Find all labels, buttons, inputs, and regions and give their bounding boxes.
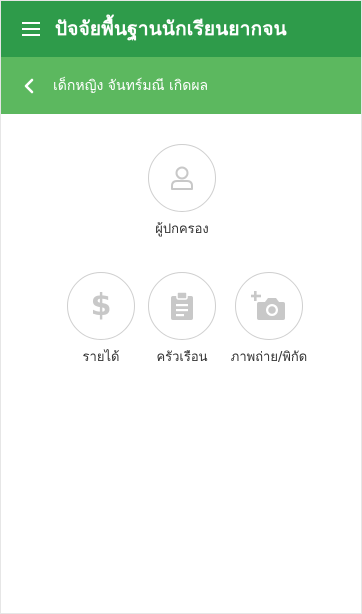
app-title: ปัจจัยพื้นฐานนักเรียนยากจน	[55, 18, 287, 40]
add-photo-icon	[251, 291, 285, 320]
photo-location-tile[interactable]: ภาพถ่าย/พิกัด	[221, 272, 317, 367]
household-label: ครัวเรือน	[156, 350, 208, 365]
menu-grid: ผู้ปกครอง $ รายได้ ครัวเรือน ภาพถ่าย/พิก…	[1, 114, 361, 613]
dollar-icon: $	[90, 288, 112, 323]
student-name: เด็กหญิง จันทร์มณี เกิดผล	[53, 77, 209, 94]
guardian-circle	[148, 144, 216, 212]
income-tile[interactable]: $ รายได้	[61, 272, 141, 367]
app-bar: ปัจจัยพื้นฐานนักเรียนยากจน	[1, 1, 361, 57]
menu-button[interactable]	[9, 1, 53, 57]
student-header: เด็กหญิง จันทร์มณี เกิดผล	[1, 57, 361, 114]
guardian-label: ผู้ปกครอง	[155, 222, 209, 237]
household-tile[interactable]: ครัวเรือน	[142, 272, 222, 367]
household-circle	[148, 272, 216, 340]
clipboard-icon	[171, 291, 193, 320]
income-circle: $	[67, 272, 135, 340]
person-icon	[171, 166, 193, 190]
photo-circle	[235, 272, 303, 340]
photo-location-label: ภาพถ่าย/พิกัด	[230, 350, 308, 365]
income-label: รายได้	[82, 350, 120, 365]
chevron-left-icon	[24, 78, 34, 93]
guardian-tile[interactable]: ผู้ปกครอง	[147, 144, 217, 239]
app-screen: ปัจจัยพื้นฐานนักเรียนยากจน เด็กหญิง จันท…	[0, 0, 362, 614]
hamburger-menu-icon	[22, 22, 40, 36]
back-button[interactable]	[9, 57, 49, 114]
